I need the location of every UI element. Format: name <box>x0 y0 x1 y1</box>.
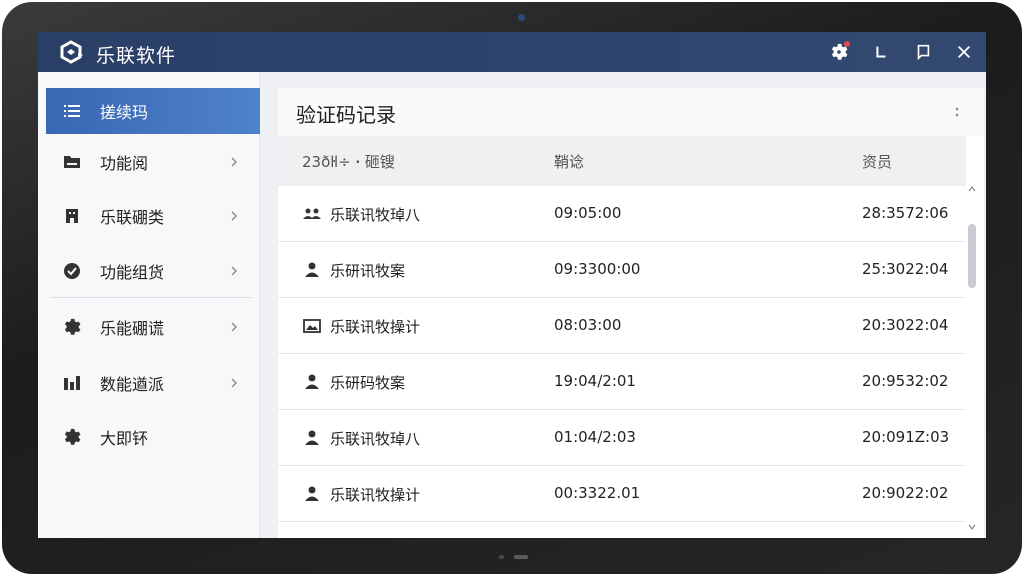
table-row[interactable]: 乐联讯牧操计 00:3322.01 20:9022:02 <box>278 466 966 522</box>
vertical-scrollbar[interactable] <box>965 184 979 538</box>
sidebar-item-label: 功能阅 <box>100 154 149 173</box>
row-time: 09:05:00 <box>554 204 622 222</box>
user-icon <box>305 430 319 445</box>
list-icon <box>62 101 82 121</box>
row-time: 19:04/2:01 <box>554 372 636 390</box>
scroll-up-icon[interactable] <box>968 186 976 192</box>
row-time: 08:03:00 <box>554 316 622 334</box>
row-name: 乐研讯牧案 <box>330 262 406 280</box>
camera-dot <box>518 14 525 21</box>
check-circle-icon <box>62 261 82 281</box>
sidebar-item-label: 大即钚 <box>100 429 149 448</box>
table-row[interactable]: 乐联讯牧琸八 01:04/2:03 20:091Z:03 <box>278 410 966 466</box>
building-icon <box>62 206 82 226</box>
chevron-right-icon <box>231 378 237 388</box>
column-header-time[interactable]: 鞘谂 <box>554 151 584 172</box>
image-icon <box>303 319 321 333</box>
table-row[interactable]: 乐研讯牧案 09:3300:00 25:3022:04 <box>278 242 966 298</box>
user-icon <box>305 486 319 501</box>
sidebar-item-4[interactable]: 乐能硼谎 <box>46 304 260 350</box>
sidebar-item-label: 乐能硼谎 <box>100 319 165 338</box>
folder-icon <box>62 152 82 172</box>
gear-icon <box>62 317 82 337</box>
users-icon <box>303 208 321 219</box>
user-icon <box>305 262 319 277</box>
row-value: 20:9022:02 <box>862 484 949 502</box>
notification-dot <box>844 41 850 47</box>
row-value: 20:9532:02 <box>862 372 949 390</box>
close-button[interactable] <box>953 41 975 63</box>
row-name: 乐联讯牧操计 <box>330 318 421 336</box>
row-time: 09:3300:00 <box>554 260 641 278</box>
column-header-value[interactable]: 资员 <box>862 151 892 172</box>
title-bar: 乐联软件 <box>38 32 986 72</box>
table-header: 23ðŀl÷ ꞏ 砸锼 鞘谂 资员 <box>278 136 966 186</box>
main-panel: 验证码记录 23ðŀl÷ ꞏ 砸锼 鞘谂 资员 乐联讯牧琸八 09:05:00 … <box>278 88 984 538</box>
restore-icon <box>917 44 930 61</box>
app-logo-icon <box>60 40 83 64</box>
row-name: 乐联讯牧琸八 <box>330 430 421 448</box>
sidebar-item-1[interactable]: 功能阅 <box>46 139 260 185</box>
sidebar-item-0[interactable]: 搓续玛 <box>46 88 260 134</box>
home-indicator-bar <box>514 555 528 559</box>
sidebar-item-5[interactable]: 数能遒派 <box>46 360 260 406</box>
sidebar-item-2[interactable]: 乐联硼类 <box>46 193 260 239</box>
chevron-right-icon <box>231 266 237 276</box>
sidebar-item-3[interactable]: 功能组货 <box>46 248 260 294</box>
row-value: 28:3572:06 <box>862 204 949 222</box>
user-icon <box>305 374 319 389</box>
sidebar: 搓续玛 功能阅 乐联硼类 功能组货 乐能硼谎 数能遒派 大即钚 <box>38 72 260 538</box>
chart-icon <box>62 373 82 393</box>
app-title: 乐联软件 <box>96 45 177 67</box>
home-indicator-dot <box>499 555 504 559</box>
sidebar-item-label: 搓续玛 <box>100 103 149 122</box>
sidebar-item-label: 乐联硼类 <box>100 208 165 227</box>
row-name: 乐联讯牧操计 <box>330 486 421 504</box>
settings-button[interactable] <box>828 41 850 63</box>
restore-button[interactable] <box>912 41 934 63</box>
page-title: 验证码记录 <box>296 103 396 127</box>
back-icon <box>876 46 886 58</box>
row-name: 乐联讯牧琸八 <box>330 206 421 224</box>
table-row[interactable]: 乐联讯牧琸八 09:05:00 28:3572:06 <box>278 186 966 242</box>
scroll-down-icon[interactable] <box>968 524 976 530</box>
table-row[interactable]: 乐研码牧案 19:04/2:01 20:9532:02 <box>278 354 966 410</box>
row-value: 20:091Z:03 <box>862 428 950 446</box>
close-icon <box>957 45 971 59</box>
sidebar-divider <box>50 297 252 298</box>
sidebar-item-6[interactable]: 大即钚 <box>46 414 260 460</box>
sidebar-item-label: 数能遒派 <box>100 375 165 394</box>
row-time: 00:3322.01 <box>554 484 641 502</box>
app-window: 乐联软件 搓续玛 功能阅 乐联硼类 功能组货 乐能硼谎 数能遒派 大即钚 验证码… <box>38 32 986 538</box>
row-time: 01:04/2:03 <box>554 428 636 446</box>
chevron-right-icon <box>231 322 237 332</box>
gear-icon <box>62 427 82 447</box>
row-value: 25:3022:04 <box>862 260 949 278</box>
sidebar-item-label: 功能组货 <box>100 263 165 282</box>
scrollbar-thumb[interactable] <box>968 224 976 288</box>
row-name: 乐研码牧案 <box>330 374 406 392</box>
panel-header: 验证码记录 <box>278 88 984 136</box>
back-button[interactable] <box>870 41 892 63</box>
more-vertical-icon[interactable] <box>954 106 960 118</box>
row-value: 20:3022:04 <box>862 316 949 334</box>
table-row[interactable]: 乐联讯牧操计 08:03:00 20:3022:04 <box>278 298 966 354</box>
chevron-right-icon <box>231 157 237 167</box>
chevron-right-icon <box>231 211 237 221</box>
column-header-name[interactable]: 23ðŀl÷ ꞏ 砸锼 <box>302 151 395 172</box>
